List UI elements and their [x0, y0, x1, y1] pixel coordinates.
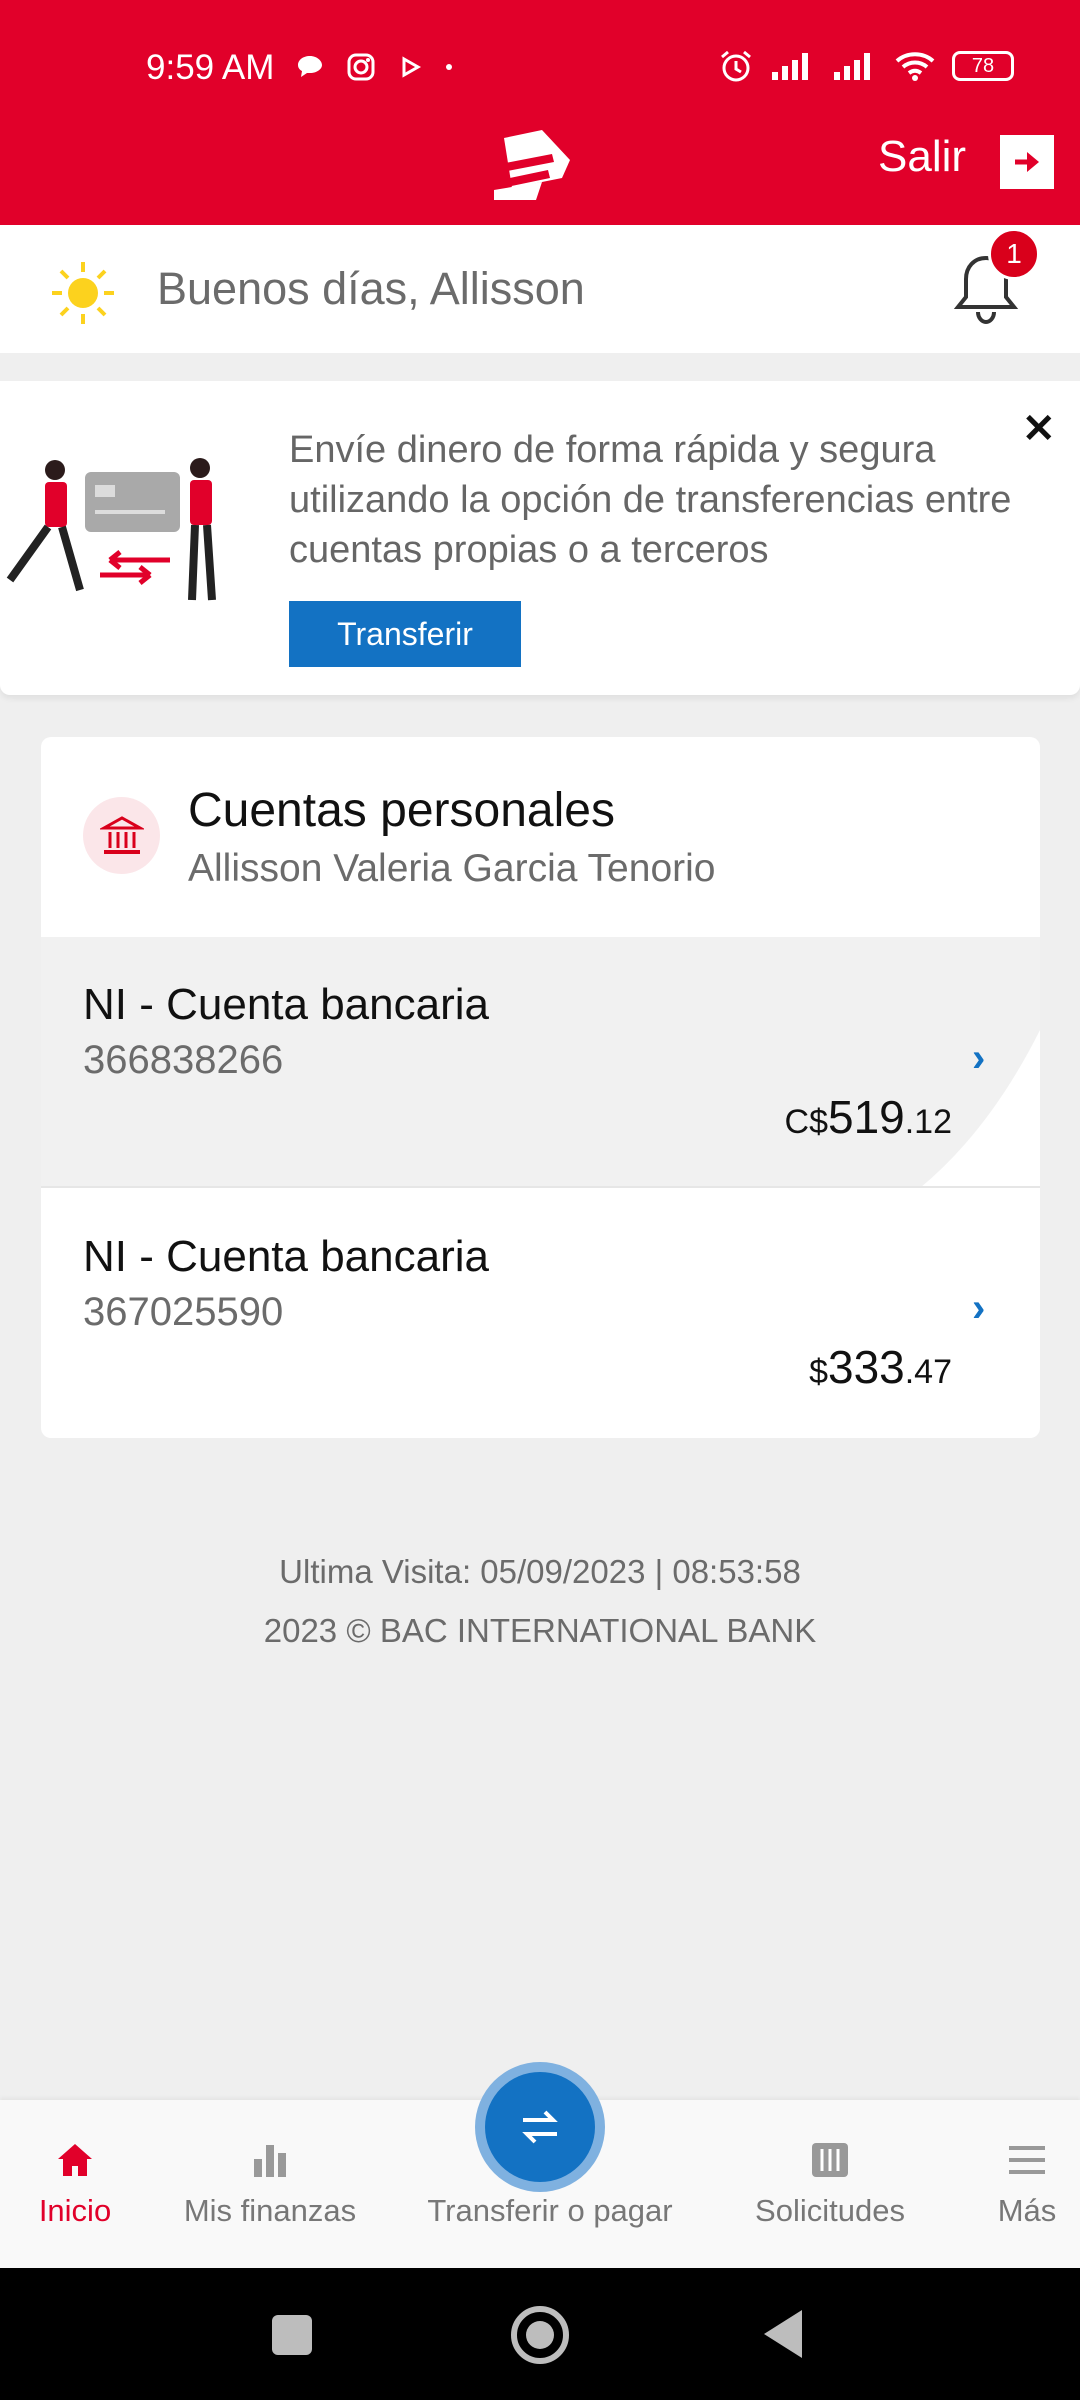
copyright: 2023 © BAC INTERNATIONAL BANK — [263, 1612, 817, 1649]
bank-logo — [492, 130, 572, 207]
balance-currency: $ — [809, 1353, 828, 1391]
status-icons-right: 78 — [718, 48, 1014, 84]
back-icon[interactable] — [762, 2308, 806, 2365]
signal-icon — [772, 53, 808, 80]
bank-icon — [83, 797, 160, 874]
logout-label[interactable]: Salir — [878, 132, 966, 182]
account-balance: C$519.12 — [785, 1090, 952, 1144]
chevron-right-icon[interactable]: › — [972, 1286, 985, 1331]
nav-label: Transferir o pagar — [427, 2193, 673, 2228]
balance-dec: .12 — [904, 1103, 952, 1141]
account-name: NI - Cuenta bancaria — [83, 980, 489, 1029]
last-visit: Ultima Visita: 05/09/2023 | 08:53:58 — [279, 1553, 801, 1590]
balance-int: 333 — [827, 1341, 905, 1393]
play-icon — [402, 56, 422, 78]
nav-item-solicitudes[interactable]: Solicitudes — [740, 2135, 920, 2229]
logout-arrow-icon — [1015, 152, 1039, 172]
divider — [41, 1186, 1040, 1188]
wifi-icon — [895, 52, 935, 81]
battery-icon: 78 — [952, 51, 1014, 81]
alarm-icon — [721, 50, 751, 82]
nav-item-inicio[interactable]: Inicio — [20, 2135, 130, 2229]
home-circle-icon[interactable] — [510, 2305, 570, 2370]
sun-icon — [48, 258, 118, 333]
nav-item-mas[interactable]: Más — [990, 2135, 1064, 2229]
swap-arrows-icon — [522, 2110, 558, 2144]
close-icon[interactable]: ✕ — [1022, 406, 1056, 452]
status-icons-left — [296, 52, 454, 82]
account-name[interactable]: NI - Cuenta bancaria — [83, 1232, 489, 1282]
notification-badge: 1 — [988, 228, 1040, 280]
transfer-fab[interactable] — [485, 2072, 595, 2182]
account-number: 367025590 — [83, 1290, 284, 1334]
account-number: 366838266 — [83, 1038, 284, 1082]
recents-icon[interactable] — [271, 2314, 313, 2361]
greeting-text: Buenos días, Allisson — [157, 263, 585, 314]
account-balance: $333.47 — [809, 1340, 952, 1394]
menu-icon — [990, 2135, 1064, 2185]
promo-message: Envíe dinero de forma rápida y segura ut… — [289, 429, 1012, 571]
nav-label: Mis finanzas — [183, 2193, 357, 2228]
transfer-button[interactable]: Transferir — [289, 601, 521, 667]
nav-label: Inicio — [38, 2193, 112, 2228]
bar-chart-icon — [170, 2135, 370, 2185]
sliders-icon — [740, 2135, 920, 2185]
balance-int: 519 — [827, 1091, 905, 1143]
nav-label: Más — [997, 2193, 1057, 2228]
status-time: 9:59 AM — [146, 48, 275, 87]
accounts-owner: Allisson Valeria Garcia Tenorio — [188, 847, 716, 890]
instagram-icon — [347, 53, 375, 81]
signal-icon-2 — [834, 53, 870, 80]
nav-item-transferir[interactable]: Transferir o pagar — [410, 2193, 690, 2229]
nav-label: Solicitudes — [755, 2193, 905, 2228]
home-icon — [20, 2135, 130, 2185]
balance-dec: .47 — [904, 1353, 952, 1391]
logout-button[interactable] — [1000, 135, 1054, 189]
dot-icon — [446, 64, 452, 70]
nav-item-mis-finanzas[interactable]: Mis finanzas — [170, 2135, 370, 2229]
message-icon — [298, 56, 322, 77]
chevron-right-icon[interactable]: › — [972, 1036, 985, 1081]
balance-currency: C$ — [784, 1103, 828, 1141]
accounts-title: Cuentas personales — [188, 784, 615, 837]
transfer-illustration — [0, 450, 250, 635]
